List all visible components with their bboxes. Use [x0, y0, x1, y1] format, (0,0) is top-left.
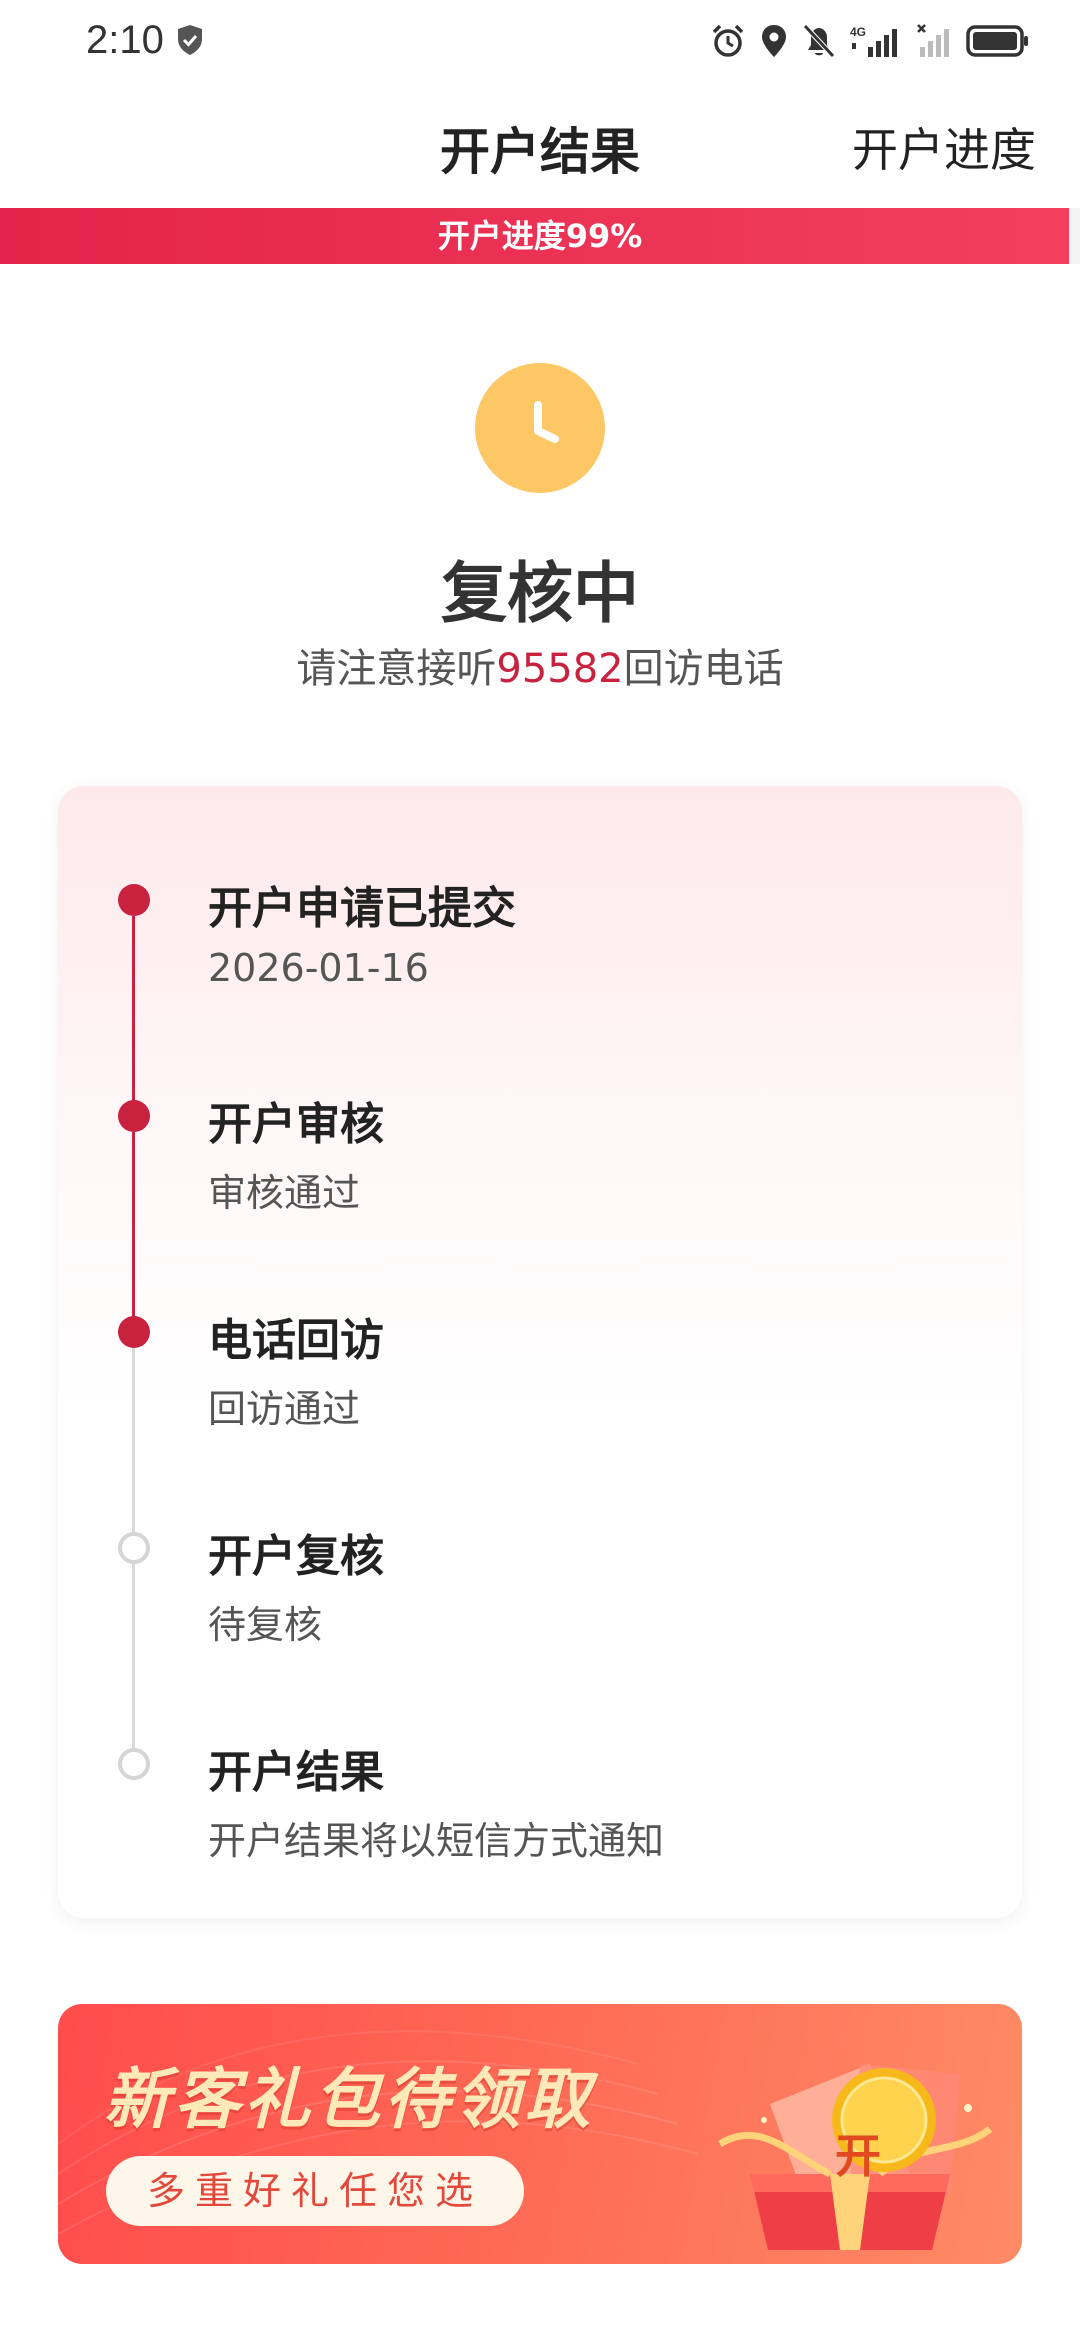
- step-dot: [118, 1748, 150, 1780]
- step-dot: [118, 1316, 150, 1348]
- alarm-icon: [712, 24, 744, 57]
- timeline-step: 开户审核 审核通过: [58, 1002, 1022, 1332]
- status-subtitle: 请注意接听95582回访电话: [0, 636, 1080, 694]
- status-title: 复核中: [441, 555, 639, 632]
- new-customer-gift-banner[interactable]: 新客礼包待领取 多重好礼任您选 开: [58, 2004, 1022, 2264]
- step-dot: [118, 1532, 150, 1564]
- step-title: 开户申请已提交: [208, 883, 516, 934]
- bell-off-icon: [803, 24, 835, 58]
- step-title: 开户审核: [208, 1099, 384, 1150]
- step-title: 电话回访: [208, 1315, 384, 1366]
- status-time: 2:10: [86, 18, 164, 62]
- step-desc: 待复核: [208, 1603, 323, 1647]
- progress-bar: 开户进度99%: [0, 208, 1080, 264]
- location-icon: [762, 25, 786, 57]
- promo-subtitle: 多重好礼任您选: [146, 2169, 483, 2213]
- gift-coin-label: 开: [835, 2129, 881, 2183]
- step-desc: 回访通过: [208, 1387, 361, 1431]
- progress-link-button[interactable]: 开户进度: [852, 114, 1036, 180]
- status-bar: 2:10 4G: [0, 0, 1080, 82]
- step-dot: [118, 884, 150, 916]
- step-dot: [118, 1100, 150, 1132]
- signal-no-sim-icon: [917, 24, 949, 57]
- signal-4g-icon: 4G: [850, 25, 897, 57]
- subtitle-prefix: 请注意接听: [296, 646, 497, 692]
- header: 开户结果 开户进度: [0, 82, 1080, 208]
- callback-phone-number: 95582: [496, 646, 624, 692]
- timeline-card: 开户申请已提交 2026-01-16 开户审核 审核通过 电话回访 回访通过 开…: [58, 786, 1022, 1918]
- step-title: 开户复核: [208, 1531, 384, 1582]
- timeline-step: 开户复核 待复核: [58, 1434, 1022, 1764]
- battery-icon: [966, 25, 1028, 57]
- step-title: 开户结果: [208, 1747, 384, 1798]
- progress-text: 开户进度99%: [437, 217, 643, 255]
- step-desc: 开户结果将以短信方式通知: [208, 1819, 665, 1863]
- status-icons: 4G: [710, 20, 1030, 62]
- promo-subtitle-pill: 多重好礼任您选: [106, 2156, 524, 2226]
- svg-text:4G: 4G: [850, 25, 866, 39]
- timeline-step: 开户结果 开户结果将以短信方式通知: [58, 1650, 1022, 1866]
- subtitle-suffix: 回访电话: [623, 646, 784, 692]
- step-desc: 2026-01-16: [208, 946, 429, 990]
- timeline-step: 电话回访 回访通过: [58, 1218, 1022, 1548]
- timeline-step: 开户申请已提交 2026-01-16: [58, 786, 1022, 1116]
- promo-title: 新客礼包待领取: [104, 2061, 594, 2138]
- shield-check-icon: [178, 25, 202, 55]
- step-desc: 审核通过: [208, 1171, 361, 1215]
- clock-icon: [475, 363, 605, 493]
